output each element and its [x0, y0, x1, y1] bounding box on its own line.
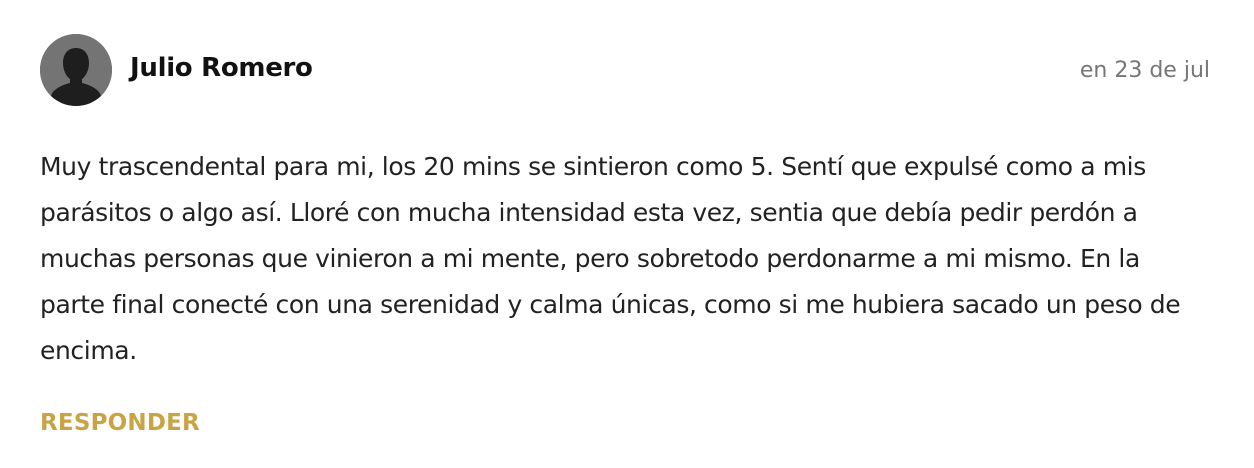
comment-card: Julio Romero en 23 de jul Muy trascenden…	[0, 0, 1254, 468]
avatar	[40, 34, 112, 106]
comment-date: en 23 de jul	[1079, 58, 1210, 83]
comment-text: Muy trascendental para mi, los 20 mins s…	[40, 152, 1181, 365]
author-name: Julio Romero	[130, 53, 313, 83]
reply-button[interactable]: RESPONDER	[40, 410, 200, 436]
default-user-silhouette-icon	[40, 34, 112, 106]
